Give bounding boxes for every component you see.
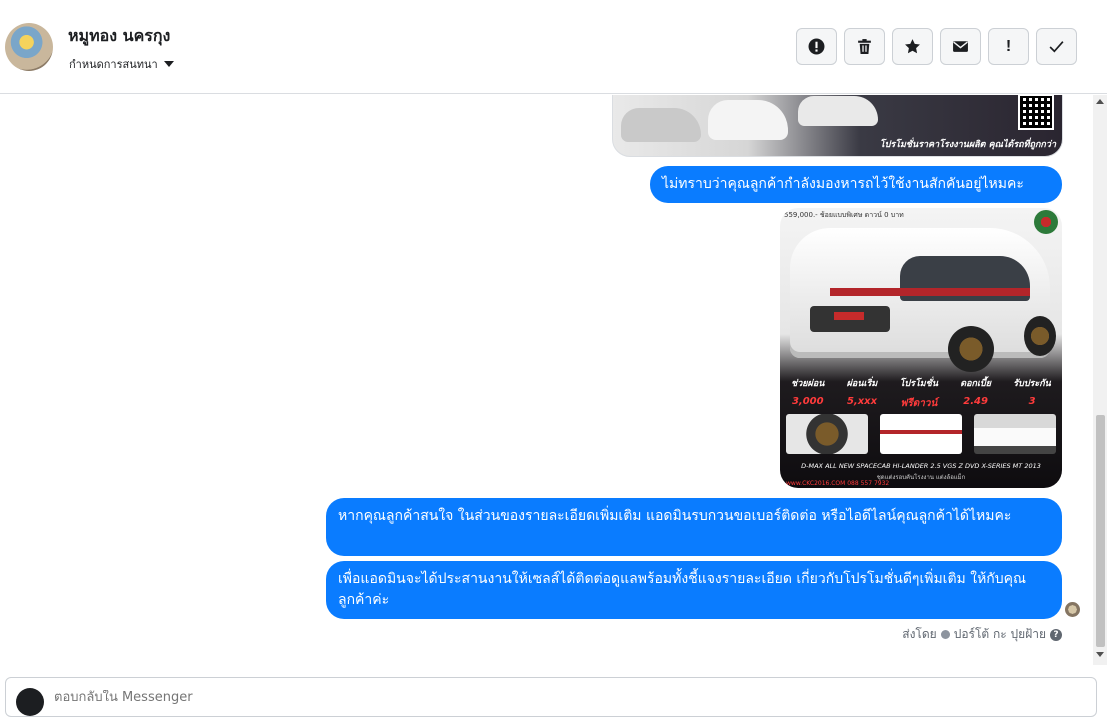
wheel-front [948,326,994,372]
outgoing-message[interactable]: หากคุณลูกค้าสนใจ ในส่วนของรายละเอียดเพิ่… [326,498,1062,556]
important-button[interactable]: ! [988,28,1029,65]
spec-item: โปรโมชั่น ฟรีดาวน์ [900,376,938,411]
spec-label: ดอกเบี้ย [960,379,992,389]
scroll-down-icon[interactable] [1096,652,1104,657]
spec-label: ช่วยผ่อน [791,379,825,389]
message-text: ไม่ทราบว่าคุณลูกค้ากำลังมองหารถไว้ใช้งาน… [662,176,1024,192]
spec-item: ดอกเบี้ย 2.49 [960,376,991,411]
reply-input[interactable] [54,690,654,705]
promo-caption: โปรโมชั่นราคาโรงงานผลิต คุณได้รถที่ถูกกว… [879,140,1056,150]
conversation-menu-label: กำหนดการสนทนา [69,58,158,71]
message-text: เพื่อแอดมินจะได้ประสานงานให้เซลส์ได้ติดต… [338,571,1027,608]
star-icon [905,39,920,54]
spec-row: ช่วยผ่อน 3,000 ผ่อนเริ่ม 5,xxx โปรโมชั่น… [780,376,1062,411]
thread-scrollbar[interactable] [1093,95,1107,665]
conversation-menu[interactable]: กำหนดการสนทนา [69,55,174,73]
thumbnail-side [974,414,1056,454]
price-heading: 559,000.- ช้อยแบบพิเศษ ดาวน์ 0 บาท [784,211,904,219]
spec-value: 2.49 [963,396,988,407]
conversation-header: หมูทอง นครกุง กำหนดการสนทนา ! [0,0,1107,94]
conversation-toolbar: ! [796,28,1077,65]
promo-image-main[interactable]: 559,000.- ช้อยแบบพิเศษ ดาวน์ 0 บาท ช่วยผ… [780,208,1062,488]
spec-item: รับประกัน 3 [1013,376,1051,411]
car-image-3 [798,96,878,126]
detail-thumbnails [786,414,1056,454]
truck-stripe [830,288,1030,296]
sent-by-name[interactable]: ปอร์โต้ กะ ปุยฝ้าย [954,625,1046,644]
car-image-2 [708,100,788,140]
page-avatar [16,688,44,716]
sent-by-info: ส่งโดย ปอร์โต้ กะ ปุยฝ้าย ? [902,625,1062,644]
help-icon[interactable]: ? [1050,628,1062,641]
message-text: หากคุณลูกค้าสนใจ ในส่วนของรายละเอียดเพิ่… [338,508,1012,524]
contact-caption: www.CKC2016.COM 088 557 7932 [786,480,890,487]
spam-button[interactable] [796,28,837,65]
delete-button[interactable] [844,28,885,65]
spec-value: 3,000 [791,396,824,407]
scroll-up-icon[interactable] [1096,99,1104,104]
spec-item: ผ่อนเริ่ม 5,xxx [847,376,878,411]
caret-down-icon [163,61,174,67]
promo-image-top[interactable]: โปรโมชั่นราคาโรงงานผลิต คุณได้รถที่ถูกกว… [612,95,1063,157]
isuzu-logo [834,312,864,320]
seen-avatar [1065,602,1080,617]
car-image-1 [621,108,701,142]
outgoing-message[interactable]: ไม่ทราบว่าคุณลูกค้ากำลังมองหารถไว้ใช้งาน… [650,166,1062,203]
check-icon [1049,41,1064,53]
spec-value: 5,xxx [846,396,878,407]
contact-name[interactable]: หมูทอง นครกุง [68,24,170,49]
scroll-thumb[interactable] [1096,415,1105,647]
wheel-rear [1024,316,1056,356]
star-button[interactable] [892,28,933,65]
contact-avatar[interactable] [5,23,53,71]
thumbnail-rear [880,414,962,454]
mark-unread-button[interactable] [940,28,981,65]
done-button[interactable] [1036,28,1077,65]
message-thread[interactable]: โปรโมชั่นราคาโรงงานผลิต คุณได้รถที่ถูกกว… [0,95,1093,665]
spec-value: 3 [1028,396,1036,407]
reply-composer[interactable] [5,677,1097,717]
dealer-logo [1034,210,1058,234]
qr-code-icon [1018,95,1054,130]
envelope-icon [953,41,968,52]
page-icon [940,630,950,639]
sent-by-prefix: ส่งโดย [902,627,937,641]
spec-value: ฟรีดาวน์ [900,398,938,409]
thumbnail-wheel [786,414,868,454]
spec-item: ช่วยผ่อน 3,000 [791,376,824,411]
alert-circle-icon [808,38,825,55]
exclamation-icon: ! [1005,37,1012,55]
spec-label: ผ่อนเริ่ม [846,379,878,389]
trash-icon [858,39,871,54]
outgoing-message[interactable]: เพื่อแอดมินจะได้ประสานงานให้เซลส์ได้ติดต… [326,561,1062,619]
spec-label: โปรโมชั่น [899,379,939,389]
truck-image [790,228,1050,358]
spec-label: รับประกัน [1013,379,1051,389]
model-caption: D-MAX ALL NEW SPACECAB HI-LANDER 2.5 VGS… [801,462,1041,470]
